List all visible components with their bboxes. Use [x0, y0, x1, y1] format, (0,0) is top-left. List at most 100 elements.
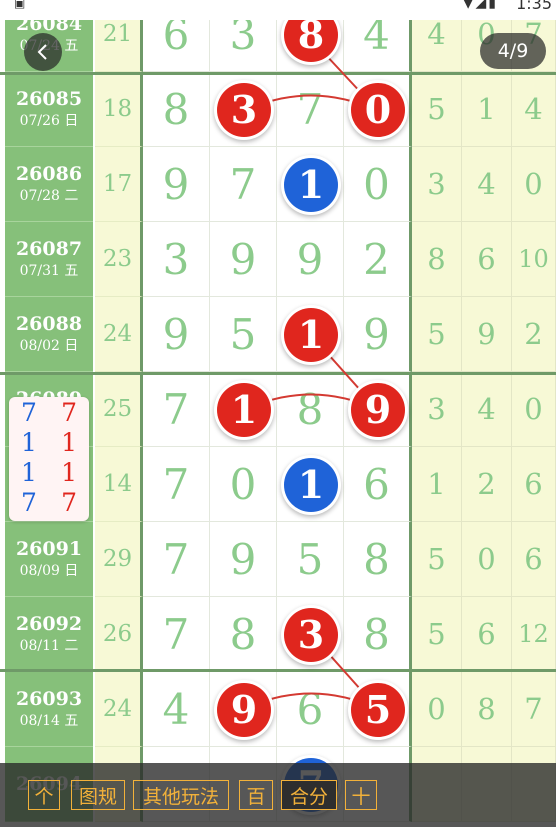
sum-cell: 29 — [95, 522, 143, 597]
issue-date: 08/14 五 — [19, 713, 79, 729]
table-row: 26091 08/09 日 29 7 9 5 8 5 0 6 — [0, 522, 556, 597]
bottom-toolbar: 个图规 其他玩法百合分十 — [0, 763, 556, 827]
digit-cell: 4 — [143, 672, 210, 747]
digit-cell: 9 — [143, 297, 210, 372]
issue-date: 08/02 日 — [19, 338, 79, 354]
highlight-ball-red: 5 — [351, 682, 405, 737]
sum-cell: 18 — [95, 72, 143, 147]
digit-cell: 5 — [210, 297, 277, 372]
highlight-ball-blue: 1 — [284, 157, 338, 212]
pair-left: 1 — [21, 458, 37, 487]
stat-cell: 4 — [512, 72, 556, 147]
issue-number: 26086 — [15, 163, 83, 185]
stat-cell: 0 — [512, 372, 556, 447]
issue-number: 26085 — [15, 88, 83, 110]
toolbar-button-0[interactable]: 个 — [28, 780, 60, 810]
issue-date: 08/11 二 — [19, 638, 79, 654]
pair-row: 77 — [9, 397, 89, 427]
stat-cell: 2 — [512, 297, 556, 372]
highlight-ball-red: 9 — [217, 682, 271, 737]
table-row: 2609208/11 二2678385612 — [0, 597, 556, 672]
stat-cell: 0 — [512, 147, 556, 222]
digit-cell: 2 — [344, 222, 412, 297]
highlight-ball-red: 3 — [217, 82, 271, 137]
digit-cell: 8 — [344, 522, 412, 597]
issue-cell: 26091 08/09 日 — [5, 522, 93, 597]
stat-cell: 0 — [412, 672, 462, 747]
stat-cell: 10 — [512, 222, 556, 297]
notification-icon: ▣ — [14, 0, 26, 10]
table-row: 26093 08/14 五 244965087 — [0, 672, 556, 747]
group-separator — [0, 669, 556, 672]
issue-date: 07/28 二 — [19, 188, 79, 204]
digit-cell: 7 — [143, 597, 210, 672]
issue-cell: 26086 07/28 二 — [5, 147, 93, 222]
digit-cell: 8 — [210, 597, 277, 672]
pair-row: 11 — [9, 457, 89, 487]
stat-cell: 8 — [462, 672, 512, 747]
pair-row: 11 — [9, 427, 89, 457]
issue-number: 26093 — [15, 688, 83, 710]
highlight-ball-red: 3 — [284, 607, 338, 662]
issue-number: 26091 — [15, 538, 83, 560]
issue-number: 26088 — [15, 313, 83, 335]
toolbar-button-4[interactable]: 合分 — [281, 780, 337, 810]
pair-left: 1 — [21, 428, 37, 457]
highlight-ball-red: 9 — [351, 382, 405, 437]
digit-cell: 9 — [344, 297, 412, 372]
digit-cell: 8 — [344, 597, 412, 672]
sum-cell: 17 — [95, 147, 143, 222]
issue-cell: 26093 08/14 五 — [5, 672, 93, 747]
pair-right: 1 — [61, 428, 77, 457]
table-row: 2608607/28 二179710340 — [0, 147, 556, 222]
status-bar: ▣ ▼◢▮ 1:35 — [0, 0, 556, 20]
toolbar-button-3[interactable]: 百 — [239, 780, 273, 810]
pair-row: 77 — [9, 487, 89, 517]
pair-card: 77111177 — [9, 397, 89, 521]
sum-cell: 25 — [95, 372, 143, 447]
digit-cell: 7 — [277, 72, 344, 147]
digit-cell: 8 — [277, 372, 344, 447]
digit-cell: 7 — [210, 147, 277, 222]
issue-number: 26087 — [15, 238, 83, 260]
digit-cell: 5 — [277, 522, 344, 597]
issue-cell: 26087 07/31 五 — [5, 222, 93, 297]
stat-cell: 5 — [412, 72, 462, 147]
stat-cell: 3 — [412, 372, 462, 447]
sum-cell: 23 — [95, 222, 143, 297]
sum-cell: 24 — [95, 672, 143, 747]
digit-cell: 9 — [143, 147, 210, 222]
sum-cell: 26 — [95, 597, 143, 672]
sum-cell: 14 — [95, 447, 143, 522]
stat-cell: 5 — [412, 597, 462, 672]
issue-number: 26092 — [15, 613, 83, 635]
stat-cell: 6 — [462, 222, 512, 297]
digit-cell: 6 — [344, 447, 412, 522]
toolbar-button-1[interactable]: 图规 — [71, 780, 125, 810]
issue-date: 07/26 日 — [19, 113, 79, 129]
group-separator — [0, 372, 556, 375]
group-separator — [0, 72, 556, 75]
issue-cell: 26088 08/02 日 — [5, 297, 93, 372]
pair-right: 7 — [61, 398, 77, 427]
toolbar-button-2[interactable]: 其他玩法 — [133, 780, 229, 810]
table-row: 26085 07/26 日 188370514 — [0, 72, 556, 147]
stat-cell: 9 — [462, 297, 512, 372]
pair-left: 7 — [21, 488, 37, 517]
stat-cell: 12 — [512, 597, 556, 672]
issue-cell: 26092 08/11 二 — [5, 597, 93, 672]
digit-cell: 9 — [210, 522, 277, 597]
stat-cell: 6 — [512, 522, 556, 597]
sum-cell: 24 — [95, 297, 143, 372]
back-button[interactable] — [24, 33, 62, 71]
toolbar-button-5[interactable]: 十 — [345, 780, 377, 810]
page-indicator: 4/9 — [480, 33, 546, 69]
pair-right: 7 — [61, 488, 77, 517]
stat-cell: 3 — [412, 147, 462, 222]
stat-cell: 1 — [412, 447, 462, 522]
stat-cell: 4 — [462, 372, 512, 447]
highlight-ball-blue: 1 — [284, 457, 338, 512]
stat-cell: 7 — [512, 672, 556, 747]
stat-cell: 5 — [412, 297, 462, 372]
digit-cell: 7 — [143, 447, 210, 522]
